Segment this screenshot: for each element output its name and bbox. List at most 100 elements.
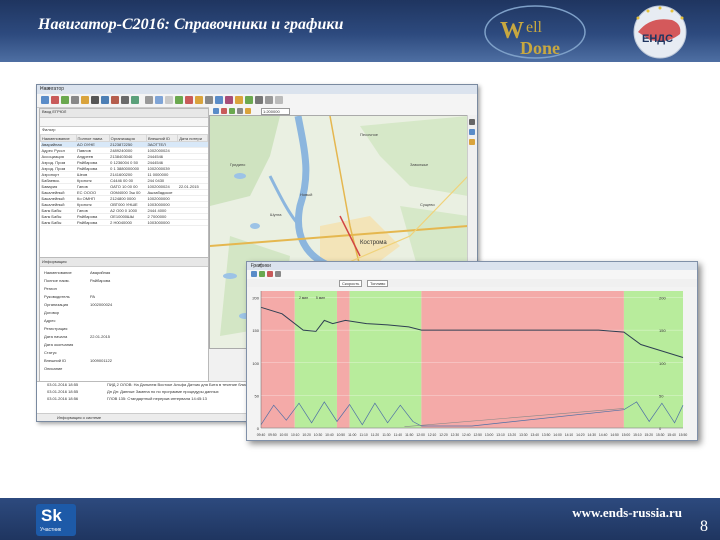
- map-label: Сущево: [420, 202, 435, 207]
- info-key: Статус: [44, 350, 57, 355]
- reference-filter[interactable]: Фильтр: [40, 127, 208, 134]
- window-controls[interactable]: – ▫ ×: [40, 86, 475, 92]
- x-tick-label: 10:40: [325, 433, 334, 437]
- info-row: Адрес: [42, 317, 202, 325]
- tab-speed[interactable]: Скорость: [339, 280, 363, 287]
- column-header[interactable]: Дата потери: [177, 134, 208, 142]
- column-header[interactable]: Организация: [108, 134, 147, 142]
- info-value: 1009001122: [90, 358, 112, 363]
- x-tick-label: 11:30: [382, 433, 390, 437]
- log-time: 03.01.2016 18:55: [47, 382, 79, 387]
- x-tick-label: 11:10: [360, 433, 368, 437]
- table-cell: 1003000000: [146, 219, 178, 226]
- chart-tool-icon[interactable]: [251, 271, 257, 277]
- chart-tool-icon[interactable]: [267, 271, 273, 277]
- y-tick-label: 200: [252, 296, 259, 301]
- toolbar-icon[interactable]: [71, 96, 79, 104]
- footer-url[interactable]: www.ends-russia.ru: [572, 505, 682, 521]
- speed-fuel-chart[interactable]: 200 200150 150100 10050 500 009:40 09:50 10:00 1…: [247, 287, 697, 440]
- map-tool-icon[interactable]: [213, 108, 219, 114]
- toolbar-icon[interactable]: [145, 96, 153, 104]
- x-tick-label: 11:50: [405, 433, 413, 437]
- x-tick-label: 15:40: [667, 433, 676, 437]
- map-side-tool-icon[interactable]: [469, 129, 475, 135]
- x-tick-label: 13:40: [530, 433, 539, 437]
- toolbar-icon[interactable]: [275, 96, 283, 104]
- toolbar-icon[interactable]: [121, 96, 129, 104]
- toolbar-icon[interactable]: [61, 96, 69, 104]
- map-side-tool-icon[interactable]: [469, 119, 475, 125]
- x-tick-label: 12:50: [473, 433, 482, 437]
- x-tick-label: 14:20: [576, 433, 585, 437]
- info-row: Организация 1002000024: [42, 301, 202, 309]
- x-tick-label: 10:50: [337, 433, 346, 437]
- toolbar-icon[interactable]: [175, 96, 183, 104]
- y-tick-label: 150: [252, 328, 259, 333]
- toolbar-icon[interactable]: [255, 96, 263, 104]
- map-side-tool-icon[interactable]: [469, 139, 475, 145]
- welldone-logo: W ell Done: [484, 5, 586, 59]
- svg-text:Done: Done: [520, 38, 560, 58]
- info-row: Регистрация: [42, 325, 202, 333]
- toolbar-icon[interactable]: [165, 96, 173, 104]
- toolbar-icon[interactable]: [225, 96, 233, 104]
- chart-tool-icon[interactable]: [275, 271, 281, 277]
- log-text: Дп Дн: Данные Замена по по программе про…: [107, 389, 219, 394]
- toolbar-icon[interactable]: [101, 96, 109, 104]
- toolbar-icon[interactable]: [111, 96, 119, 104]
- x-tick-label: 10:30: [314, 433, 323, 437]
- toolbar-icon[interactable]: [205, 96, 213, 104]
- info-row: Описание: [42, 365, 202, 373]
- toolbar-icon[interactable]: [131, 96, 139, 104]
- map-tool-icon[interactable]: [245, 108, 251, 114]
- column-header[interactable]: Полное наим.: [75, 134, 110, 142]
- chart-tool-icon[interactable]: [259, 271, 265, 277]
- info-row: Руководитель РА: [42, 293, 202, 301]
- charts-window-controls[interactable]: – ▫ ×: [251, 263, 694, 269]
- info-row: Статус: [42, 349, 202, 357]
- x-tick-label: 15:20: [645, 433, 654, 437]
- toolbar-icon[interactable]: [195, 96, 203, 104]
- map-tool-icon[interactable]: [221, 108, 227, 114]
- skolkovo-logo: Sk Участник: [36, 504, 76, 536]
- reference-panel: Ввод ЕГРЮЛ Фильтр Наименование Полное наи…: [39, 108, 209, 420]
- info-panel: Наименование Аварийная Полное наим. Райбаро…: [42, 269, 202, 373]
- toolbar-icon[interactable]: [91, 96, 99, 104]
- info-row: Наименование Аварийная: [42, 269, 202, 277]
- toolbar-icon[interactable]: [41, 96, 49, 104]
- toolbar-icon[interactable]: [265, 96, 273, 104]
- x-tick-label: 09:40: [257, 433, 266, 437]
- ends-logo: ЕНДС: [633, 5, 687, 59]
- slide-title: Навигатор-С2016: Справочники и графики: [38, 16, 344, 33]
- log-time: 03.01.2016 18:55: [47, 389, 79, 394]
- toolbar-icon[interactable]: [235, 96, 243, 104]
- toolbar-icon[interactable]: [155, 96, 163, 104]
- x-tick-label: 11:40: [394, 433, 402, 437]
- info-panel-title: Информация: [42, 259, 67, 264]
- log-time: 03.01.2016 18:56: [47, 396, 79, 401]
- map-tool-icon[interactable]: [229, 108, 235, 114]
- svg-text:ell: ell: [526, 19, 543, 36]
- log-footer-label: Информация о системе: [57, 415, 102, 420]
- toolbar-icon[interactable]: [51, 96, 59, 104]
- x-tick-label: 12:30: [451, 433, 460, 437]
- toolbar-icon[interactable]: [185, 96, 193, 104]
- toolbar-icon[interactable]: [245, 96, 253, 104]
- chart-annotation: 2 мин: [299, 296, 308, 300]
- toolbar-icon[interactable]: [215, 96, 223, 104]
- x-tick-label: 15:10: [633, 433, 642, 437]
- slide-header: Навигатор-С2016: Справочники и графики W…: [0, 0, 720, 62]
- x-tick-label: 12:20: [439, 433, 448, 437]
- table-row[interactable]: Банк Бабы Райбарова 2 Н0040000 1003000000: [40, 219, 208, 226]
- y-tick-label-right: 150: [659, 328, 666, 333]
- column-header[interactable]: Внешний ID: [145, 134, 179, 142]
- map-scale-select[interactable]: 1:200000: [261, 108, 290, 115]
- info-key: Регион: [44, 286, 57, 291]
- map-tool-icon[interactable]: [237, 108, 243, 114]
- tab-fuel[interactable]: Топливо: [367, 280, 389, 287]
- x-tick-label: 14:30: [588, 433, 597, 437]
- table-cell: Банк Бабы: [40, 219, 76, 226]
- reference-panel-toolbar: [40, 118, 208, 127]
- column-header[interactable]: Наименование: [40, 134, 77, 142]
- toolbar-icon[interactable]: [81, 96, 89, 104]
